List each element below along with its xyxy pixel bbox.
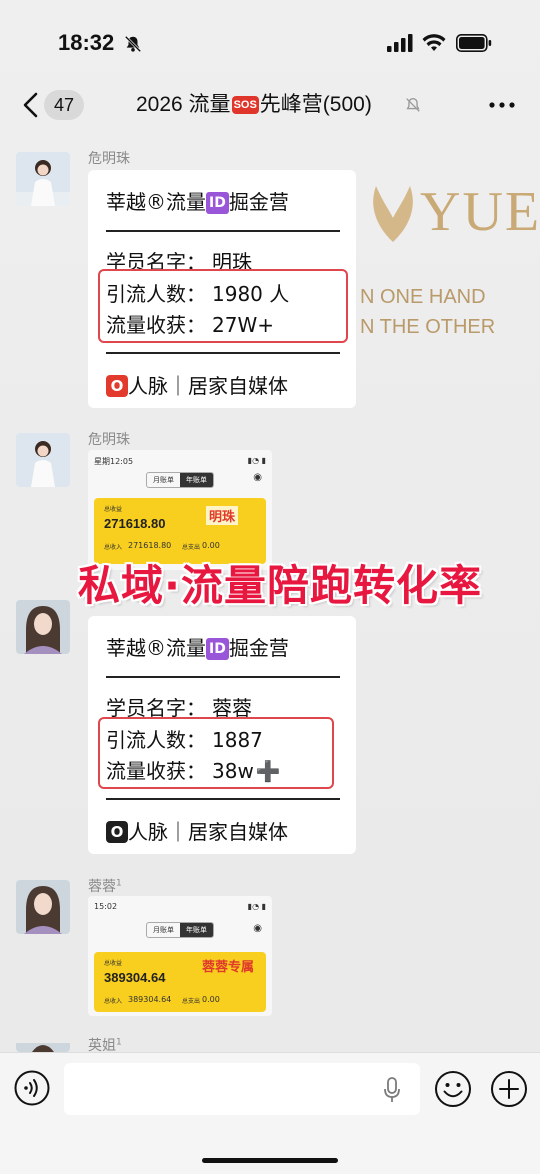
tab-monthly: 月账单 (153, 926, 174, 934)
card-header-pre: 莘越®流量 (106, 190, 206, 214)
bell-muted-icon (124, 35, 142, 53)
card-header-post: 掘金营 (228, 190, 289, 214)
background-slogan-line2: N THE OTHER (360, 316, 496, 338)
traffic-row: 引流人数： 1980 人 (106, 278, 289, 307)
message-input[interactable] (64, 1063, 420, 1115)
income-value: 389304.64 (128, 995, 172, 1004)
traffic-row: 引流人数： 1887 (106, 724, 263, 753)
id-emoji-icon: ID (206, 192, 229, 214)
background-brand-logo: YUE (420, 181, 540, 243)
back-button[interactable] (18, 90, 44, 120)
screenshot-status-time: 星期12:05 (94, 457, 134, 466)
expense-value: 0.00 (202, 541, 220, 550)
sos-emoji-icon: SOS (231, 96, 259, 114)
avatar[interactable] (16, 1040, 70, 1052)
message-bubble[interactable]: 莘越®流量 ID 掘金营 学员名字： 蓉蓉 引流人数： 1887 流量收获： 38w ➕ O… (88, 616, 356, 854)
status-time: 18:32 (58, 30, 115, 55)
card-header-pre: 莘越®流量 (106, 636, 206, 660)
total-label: 总收益 (104, 960, 123, 967)
chat-title[interactable]: 2026 流量 SOS 先峰营(500) (136, 90, 372, 120)
cellular-signal-icon (387, 34, 413, 52)
chat-title-suffix: 先峰营(500) (259, 93, 372, 116)
more-options-button[interactable] (488, 96, 516, 114)
avatar[interactable] (16, 433, 70, 487)
income-row: 流量收获： 38w ➕ (106, 755, 281, 784)
muted-bell-icon (406, 98, 420, 112)
traffic-label: 引流人数： (106, 282, 206, 306)
avatar[interactable] (16, 600, 70, 654)
chat-title-prefix: 2026 流量 (136, 93, 231, 116)
screenshot-status-time: 15:02 (94, 902, 118, 911)
sender-level: 1 (116, 878, 122, 889)
card-header-post: 掘金营 (228, 636, 289, 660)
income-value: 27W+ (212, 313, 274, 337)
message-bubble[interactable]: 莘越®流量 ID 掘金营 学员名字： 明珠 引流人数： 1980 人 流量收获： 27W+… (88, 170, 356, 408)
income-label: 总收入 (104, 998, 123, 1005)
card-footer: O 人脉｜居家自媒体 (106, 816, 288, 845)
income-label: 流量收获： (106, 759, 206, 783)
tab-yearly: 年账单 (180, 473, 213, 487)
phoenix-logo-icon (373, 186, 413, 242)
background-slogan-line1: N ONE HAND (360, 286, 486, 308)
screenshot-status-icons: ▮◔ ▮ (247, 456, 266, 465)
expense-value: 0.00 (202, 995, 220, 1004)
income-label: 总收入 (104, 544, 123, 551)
total-value: 389304.64 (104, 970, 166, 985)
home-indicator (202, 1158, 338, 1163)
wifi-icon (422, 34, 446, 51)
overlay-banner-text: 私域·流量陪跑转化率 (78, 561, 482, 610)
screenshot-tabs: 月账单 年账单 (146, 922, 214, 938)
card-header: 莘越®流量 ID 掘金营 (106, 186, 289, 215)
screenshot-status-icons: ▮◔ ▮ (247, 902, 266, 911)
battery-icon (456, 34, 492, 52)
microphone-icon[interactable] (382, 1076, 402, 1104)
total-label: 总收益 (104, 506, 123, 513)
avatar[interactable] (16, 152, 70, 206)
sender-name: 蓉蓉1 (88, 876, 122, 896)
unread-count-badge[interactable]: 47 (44, 90, 84, 120)
card-footer: O 人脉｜居家自媒体 (106, 370, 288, 399)
o-button-emoji-icon: O (106, 821, 128, 843)
income-value: 271618.80 (128, 541, 172, 550)
sender-name: 危明珠 (88, 432, 130, 448)
card-footer-text: 人脉｜居家自媒体 (128, 374, 288, 398)
sender-name: 危明珠 (88, 151, 130, 167)
expense-label: 总支出 (182, 998, 201, 1005)
avatar[interactable] (16, 880, 70, 934)
tab-yearly: 年账单 (180, 923, 213, 937)
traffic-value: 1980 人 (212, 282, 290, 306)
record-icon: ◉ (253, 923, 262, 934)
income-label: 流量收获： (106, 313, 206, 337)
add-attachment-button[interactable] (490, 1070, 528, 1108)
id-emoji-icon: ID (206, 638, 229, 660)
tab-monthly: 月账单 (153, 476, 174, 484)
sender-name-text: 蓉蓉 (88, 879, 116, 895)
divider (106, 798, 340, 800)
o-button-emoji-icon: O (106, 375, 128, 397)
traffic-label: 引流人数： (106, 728, 206, 752)
total-value: 271618.80 (104, 516, 166, 531)
emoji-button[interactable] (434, 1070, 472, 1108)
expense-label: 总支出 (182, 544, 201, 551)
sender-level: 1 (116, 1037, 122, 1048)
voice-input-button[interactable] (14, 1070, 50, 1106)
plus-emoji-icon: ➕ (255, 759, 281, 783)
name-tag: 蓉蓉专属 (202, 960, 255, 975)
card-footer-text: 人脉｜居家自媒体 (128, 820, 288, 844)
divider (106, 352, 340, 354)
card-header: 莘越®流量 ID 掘金营 (106, 632, 289, 661)
record-icon: ◉ (253, 472, 262, 483)
screenshot-image-message[interactable]: 15:02 ▮◔ ▮ 月账单 年账单 ◉ 总收益 389304.64 蓉蓉专属 … (88, 896, 272, 1016)
divider (106, 230, 340, 232)
income-row: 流量收获： 27W+ (106, 309, 274, 338)
divider (106, 676, 340, 678)
name-tag: 明珠 (206, 506, 239, 525)
traffic-value: 1887 (212, 728, 263, 752)
screenshot-tabs: 月账单 年账单 (146, 472, 214, 488)
income-value: 38w (212, 759, 254, 783)
